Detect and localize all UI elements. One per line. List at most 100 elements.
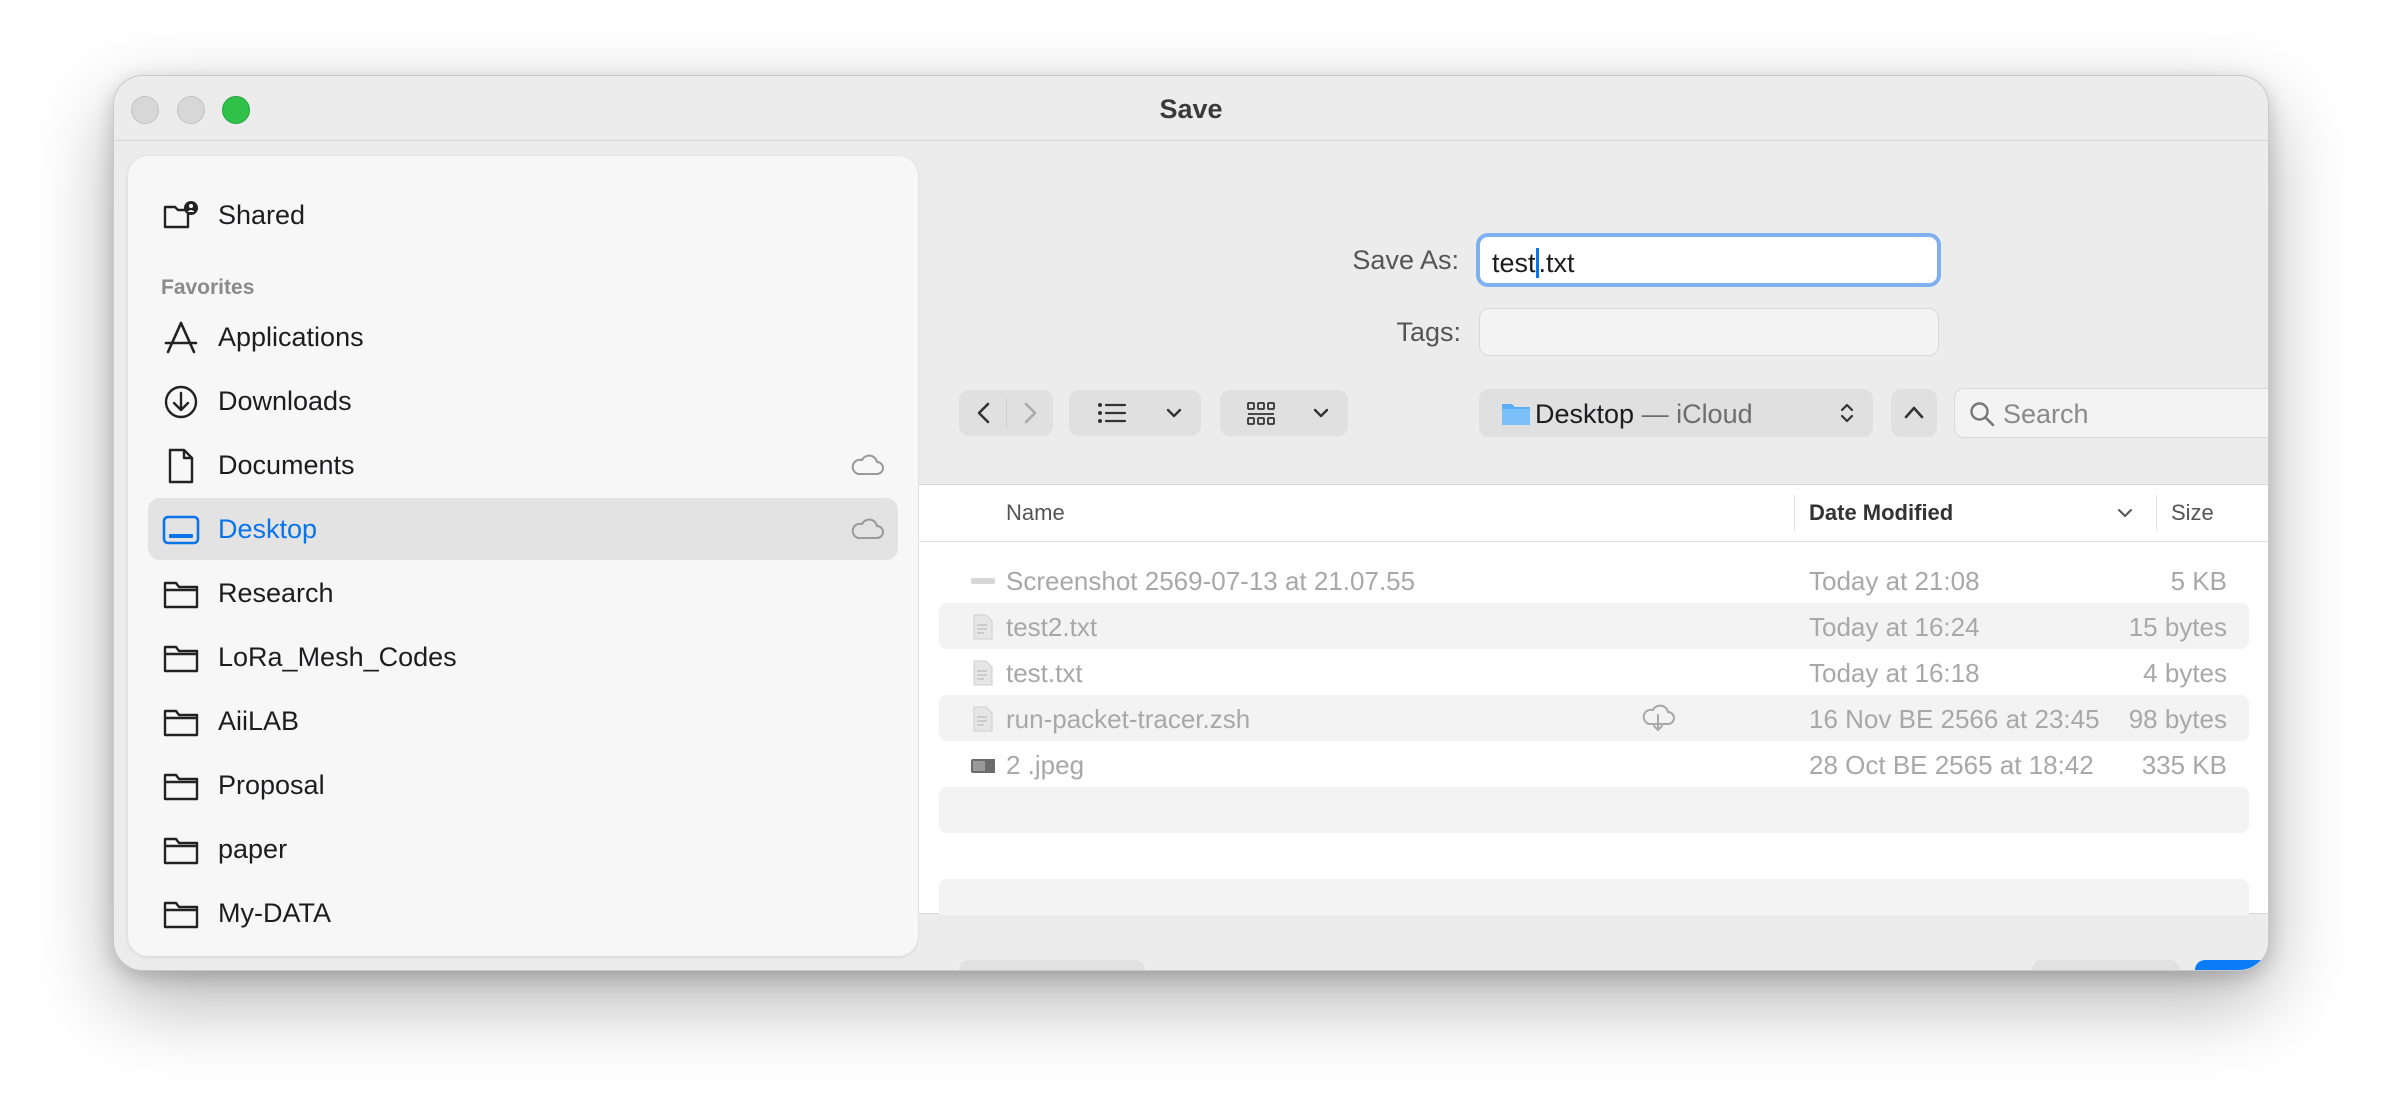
sidebar-item-label: Shared [218,200,306,230]
up-down-chevron-icon [1840,403,1854,423]
save-as-input[interactable]: test .txt [1476,233,1941,287]
table-row[interactable]: run-packet-tracer.zsh 16 Nov BE 2566 at … [939,695,2249,741]
sidebar-item-label: AiiLAB [218,706,300,736]
column-separator[interactable] [2156,495,2157,531]
file-date: Today at 21:08 [1809,566,1980,596]
file-name: test.txt [1006,658,1083,688]
sort-descending-icon [2118,509,2132,517]
new-folder-button[interactable]: New Folder [959,960,1145,970]
table-row[interactable]: test2.txt Today at 16:24 15 bytes [939,603,2249,649]
sidebar-item-downloads[interactable]: Downloads [148,370,898,432]
shared-folder-icon [163,201,198,229]
column-header: Name Date Modified Size [919,485,2268,542]
file-size: 5 KB [2170,566,2227,596]
tags-label: Tags: [1396,317,1461,347]
column-header-size[interactable]: Size [2171,500,2214,526]
sidebar-item-applications[interactable]: Applications [148,306,898,368]
divider [1006,398,1007,428]
sidebar-item-aiilab[interactable]: AiiLAB [148,690,898,752]
sidebar-item-desktop[interactable]: Desktop [148,498,898,560]
search-icon [1970,402,1995,427]
chevron-down-icon [1166,408,1182,418]
sidebar-item-label: LoRa_Mesh_Codes [218,642,457,672]
sidebar-item-label: paper [218,834,288,864]
column-header-name[interactable]: Name [1006,500,1065,526]
folder-icon [163,709,199,737]
chevron-down-icon [1313,408,1329,418]
sidebar-item-lora-mesh-codes[interactable]: LoRa_Mesh_Codes [148,626,898,688]
file-date: Today at 16:24 [1809,612,1980,642]
downloads-icon [164,385,198,419]
file-size: 335 KB [2141,750,2227,780]
file-size: 4 bytes [2143,658,2227,688]
sidebar-item-proposal[interactable]: Proposal [148,754,898,816]
gallery-grid-icon [1247,402,1275,425]
file-size: 98 bytes [2128,704,2227,734]
text-file-icon [973,614,993,640]
script-file-icon [973,706,993,732]
column-separator[interactable] [1794,495,1795,531]
file-name: test2.txt [1006,612,1098,642]
table-row[interactable]: 2 .jpeg 28 Oct BE 2565 at 18:42 335 KB [939,741,2249,787]
document-icon [168,448,194,484]
save-as-text: .txt [1538,248,1575,278]
sidebar-item-shared[interactable]: Shared [148,184,898,246]
navigation-buttons [959,390,1053,436]
folder-icon [163,901,199,929]
image-thumbnail-icon [971,578,995,584]
sidebar-item-label: Documents [218,450,355,480]
folder-icon [163,581,199,609]
empty-row [939,879,2249,915]
folder-icon [163,837,199,865]
location-label: Desktop — iCloud [1535,399,1753,430]
location-popup[interactable]: Desktop — iCloud [1479,389,1873,437]
file-name: Screenshot 2569-07-13 at 21.07.55 [1006,566,1416,596]
desktop-icon [162,515,200,545]
location-name: Desktop [1535,399,1635,429]
table-row[interactable]: test.txt Today at 16:18 4 bytes [939,649,2249,695]
save-as-label: Save As: [1352,245,1459,275]
location-suffix: — iCloud [1634,399,1753,429]
group-by-button[interactable] [1220,390,1348,436]
folder-icon [163,645,199,673]
file-list: Name Date Modified Size Screenshot 2569-… [919,484,2268,915]
list-view-icon [1098,403,1127,423]
search-input[interactable] [2003,399,2268,429]
search-field[interactable] [1954,388,2268,438]
window-title: Save [1159,94,1223,124]
image-thumbnail-icon [971,759,995,773]
favorites-heading: Favorites [161,276,255,299]
sidebar-item-my-data[interactable]: My-DATA [148,882,898,944]
sidebar-item-paper[interactable]: paper [148,818,898,880]
forward-chevron-icon[interactable] [1019,401,1041,425]
icloud-icon [851,518,884,539]
applications-icon [164,321,198,354]
column-header-date-modified[interactable]: Date Modified [1809,500,1953,526]
icloud-icon [851,454,884,475]
empty-row [939,787,2249,833]
file-name: 2 .jpeg [1006,750,1085,780]
view-mode-button[interactable] [1069,390,1201,436]
sidebar-item-documents[interactable]: Documents [148,434,898,496]
sidebar-item-label: Applications [218,322,364,352]
file-date: Today at 16:18 [1809,658,1980,688]
expand-collapse-button[interactable] [1891,389,1937,437]
file-date: 28 Oct BE 2565 at 18:42 [1809,750,2094,780]
sidebar-item-label: Desktop [218,514,318,544]
sidebar-item-research[interactable]: Research [148,562,898,624]
save-as-text: test [1492,248,1536,278]
table-row[interactable]: Screenshot 2569-07-13 at 21.07.55 Today … [939,557,2249,603]
text-file-icon [973,660,993,686]
icloud-download-icon[interactable] [1641,704,1675,732]
sidebar-item-label: My-DATA [218,898,331,928]
folder-icon [163,773,199,801]
cancel-button[interactable]: Cancel [2032,960,2180,970]
blue-folder-icon [1502,404,1530,425]
tags-input[interactable] [1479,308,1939,356]
sidebar-item-label: Downloads [218,386,352,416]
titlebar: Save [114,76,2268,141]
chevron-up-icon [1904,406,1924,419]
sidebar-item-label: Proposal [218,770,325,800]
back-chevron-icon[interactable] [973,401,995,425]
save-button[interactable]: Save [2195,960,2268,970]
